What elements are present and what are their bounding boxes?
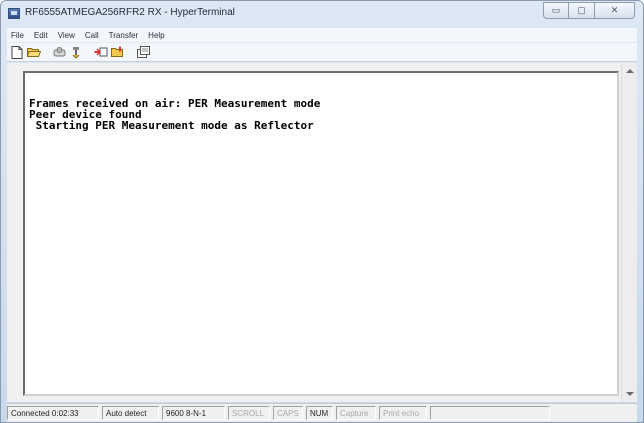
status-capture: Capture bbox=[336, 406, 376, 420]
status-connected: Connected 0:02:33 bbox=[7, 406, 99, 420]
terminal-line: Starting PER Measurement mode as Reflect… bbox=[29, 119, 314, 132]
status-empty-pane bbox=[430, 406, 550, 420]
title-bar[interactable]: RF6555ATMEGA256RFR2 RX - HyperTerminal ▭… bbox=[1, 1, 643, 27]
close-icon: ✕ bbox=[610, 5, 619, 15]
vertical-scrollbar[interactable] bbox=[621, 63, 637, 402]
window-controls: ▭ ▢ ✕ bbox=[543, 2, 635, 19]
status-num: NUM bbox=[306, 406, 333, 420]
new-connection-icon[interactable] bbox=[10, 45, 24, 59]
menu-view[interactable]: View bbox=[53, 31, 80, 40]
maximize-icon: ▢ bbox=[577, 5, 586, 15]
menu-help[interactable]: Help bbox=[143, 31, 169, 40]
status-detect: Auto detect bbox=[102, 406, 159, 420]
client-area: Frames received on air: PER Measurement … bbox=[7, 63, 637, 402]
maximize-button[interactable]: ▢ bbox=[569, 2, 595, 19]
scroll-down-arrow-icon[interactable] bbox=[626, 392, 634, 396]
close-button[interactable]: ✕ bbox=[595, 2, 635, 19]
status-print-echo: Print echo bbox=[379, 406, 427, 420]
terminal-output: Frames received on air: PER Measurement … bbox=[29, 87, 320, 131]
disconnect-icon[interactable] bbox=[69, 45, 83, 59]
status-bar: Connected 0:02:33 Auto detect 9600 8-N-1… bbox=[7, 403, 637, 422]
status-scroll: SCROLL bbox=[228, 406, 270, 420]
send-icon[interactable] bbox=[94, 45, 108, 59]
hyperterminal-app-icon[interactable] bbox=[8, 8, 20, 19]
connect-icon[interactable] bbox=[52, 45, 66, 59]
status-port-settings: 9600 8-N-1 bbox=[162, 406, 225, 420]
properties-icon[interactable] bbox=[136, 45, 150, 59]
menu-transfer[interactable]: Transfer bbox=[104, 31, 144, 40]
menu-edit[interactable]: Edit bbox=[29, 31, 53, 40]
receive-icon[interactable] bbox=[111, 45, 125, 59]
toolbar bbox=[7, 42, 637, 62]
status-caps: CAPS bbox=[273, 406, 303, 420]
minimize-icon: ▭ bbox=[551, 5, 561, 15]
terminal-screen[interactable]: Frames received on air: PER Measurement … bbox=[23, 71, 619, 396]
menu-file[interactable]: File bbox=[7, 31, 29, 40]
scroll-up-arrow-icon[interactable] bbox=[626, 69, 634, 73]
menu-bar: File Edit View Call Transfer Help bbox=[7, 28, 637, 42]
open-icon[interactable] bbox=[27, 45, 41, 59]
hyperterminal-window: RF6555ATMEGA256RFR2 RX - HyperTerminal ▭… bbox=[0, 0, 644, 423]
menu-call[interactable]: Call bbox=[80, 31, 104, 40]
window-title: RF6555ATMEGA256RFR2 RX - HyperTerminal bbox=[25, 7, 235, 18]
minimize-button[interactable]: ▭ bbox=[543, 2, 569, 19]
